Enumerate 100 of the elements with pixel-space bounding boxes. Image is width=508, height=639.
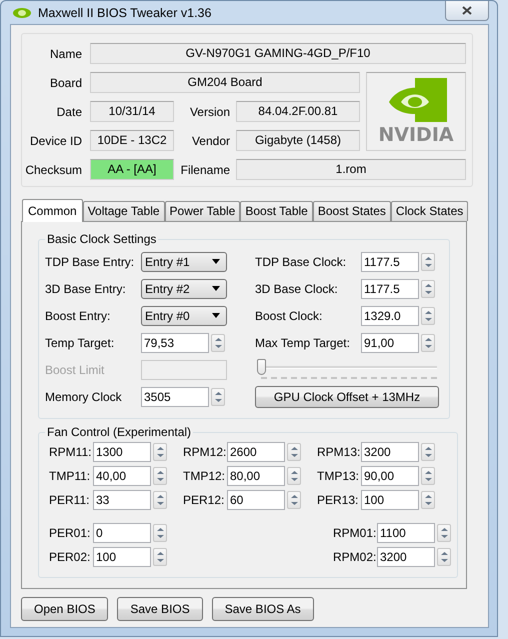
group-title: Basic Clock Settings [46, 232, 158, 246]
tab[interactable]: Power Table [164, 201, 240, 221]
value-field: 84.04.2F.00.81 [236, 101, 360, 122]
tab[interactable]: Boost Table [240, 201, 313, 221]
number-field[interactable]: 2600 [227, 442, 285, 462]
field-label: Temp Target: [45, 336, 116, 350]
field-label: Vendor [190, 134, 231, 148]
spinner-arrows[interactable] [437, 524, 451, 542]
spinner-arrows[interactable] [153, 466, 167, 484]
value-field: GM204 Board [90, 72, 360, 93]
spinner-arrows[interactable] [421, 490, 435, 508]
number-field[interactable]: 90,00 [361, 466, 419, 486]
close-icon [462, 6, 472, 15]
dropdown[interactable]: Entry #1 [141, 252, 227, 272]
number-field[interactable]: 1177.5 [361, 278, 419, 298]
spinner-arrows[interactable] [153, 524, 167, 542]
number-field[interactable]: 33 [93, 490, 151, 510]
field-label: TMP12: [183, 468, 223, 482]
spinner-arrows[interactable] [421, 334, 435, 352]
close-button[interactable] [445, 1, 489, 21]
number-field[interactable]: 1177.5 [361, 252, 419, 272]
dropdown[interactable]: Entry #2 [141, 278, 227, 298]
field-label: TMP13: [317, 468, 357, 482]
field-label: Date [56, 104, 83, 118]
spinner-arrows[interactable] [421, 306, 435, 324]
field-label: Version [188, 104, 231, 118]
spinner-arrows[interactable] [211, 334, 225, 352]
action-button[interactable]: Open BIOS [21, 597, 108, 621]
logo-wordmark: NVIDIA [378, 124, 454, 146]
field-label: TDP Base Clock: [255, 254, 348, 268]
field-label: PER11: [49, 492, 89, 506]
spinner-arrows[interactable] [153, 490, 167, 508]
spinner-arrows[interactable] [287, 442, 301, 460]
window-title: Maxwell II BIOS Tweaker v1.36 [38, 6, 212, 20]
slider[interactable] [257, 358, 437, 380]
spinner-arrows[interactable] [153, 548, 167, 566]
caret-icon [212, 313, 220, 318]
field-label: Device ID [28, 134, 83, 148]
number-field[interactable]: 1100 [377, 522, 435, 542]
slider-thumb[interactable] [257, 358, 266, 374]
number-field[interactable]: 60 [227, 490, 285, 510]
action-button[interactable]: Save BIOS As [212, 597, 314, 621]
tab[interactable]: Clock States [390, 201, 468, 221]
offset-button[interactable]: GPU Clock Offset + 13MHz [255, 386, 439, 408]
field-label: TMP11: [49, 468, 89, 482]
number-field[interactable]: 79,53 [141, 332, 209, 352]
number-field[interactable]: 80,00 [227, 466, 285, 486]
action-button[interactable]: Save BIOS [117, 597, 203, 621]
number-field[interactable]: 3200 [377, 546, 435, 566]
eye-icon [12, 6, 32, 18]
field-label: Boost Entry: [45, 308, 112, 322]
number-field[interactable]: 3200 [361, 442, 419, 462]
field-label: PER12: [183, 492, 223, 506]
caret-icon [212, 286, 220, 291]
spinner-arrows[interactable] [437, 548, 451, 566]
number-field[interactable]: 0 [93, 522, 151, 542]
field-label: PER13: [317, 492, 357, 506]
number-field[interactable]: 1329.0 [361, 306, 419, 326]
number-field[interactable]: 1300 [93, 442, 151, 462]
number-field[interactable]: 40,00 [93, 466, 151, 486]
field-label: 3D Base Clock: [255, 282, 339, 296]
field-label: PER01: [49, 526, 89, 540]
field-label: Filename [180, 162, 231, 176]
field-label: RPM11: [49, 444, 89, 458]
field-label: Checksum [24, 162, 83, 176]
caret-icon [212, 259, 220, 264]
group-title: Fan Control (Experimental) [46, 425, 192, 439]
field-label: Name [48, 46, 83, 60]
checksum-field: AA - [AA] [90, 159, 174, 180]
field-label: Board [48, 76, 83, 90]
spinner-arrows[interactable] [287, 490, 301, 508]
tab[interactable]: Common [22, 199, 83, 222]
value-field: Gigabyte (1458) [236, 130, 360, 151]
number-field[interactable]: 100 [93, 546, 151, 566]
value-field: 10DE - 13C2 [90, 130, 174, 151]
number-field[interactable]: 91,00 [361, 332, 419, 352]
field-label: RPM02: [333, 550, 373, 564]
spinner-arrows[interactable] [421, 280, 435, 298]
field-label: Max Temp Target: [255, 336, 351, 350]
field-label: RPM13: [317, 444, 357, 458]
number-field[interactable]: 100 [361, 490, 419, 510]
field-label: PER02: [49, 550, 89, 564]
spinner-arrows[interactable] [287, 466, 301, 484]
spinner-arrows[interactable] [421, 252, 435, 270]
field-label: TDP Base Entry: [45, 254, 136, 268]
tab[interactable]: Voltage Table [82, 201, 165, 221]
value-field: 10/31/14 [90, 101, 174, 122]
field-label: Boost Limit [45, 362, 106, 376]
spinner-arrows[interactable] [153, 442, 167, 460]
field-label: 3D Base Entry: [45, 282, 127, 296]
spinner-arrows[interactable] [421, 442, 435, 460]
field-label: Memory Clock [45, 390, 123, 404]
spinner-arrows[interactable] [421, 466, 435, 484]
field-label: Boost Clock: [255, 308, 324, 322]
number-field[interactable]: 3505 [141, 386, 209, 406]
value-field: GV-N970G1 GAMING-4GD_P/F10 [90, 43, 466, 64]
spinner-arrows[interactable] [211, 388, 225, 406]
dropdown[interactable]: Entry #0 [141, 306, 227, 326]
field-label: RPM01: [333, 526, 373, 540]
tab[interactable]: Boost States [312, 201, 391, 221]
